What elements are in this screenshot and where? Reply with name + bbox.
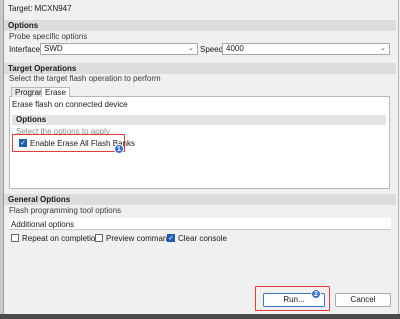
- speed-select[interactable]: 4000 ⌄: [222, 43, 390, 55]
- cancel-button[interactable]: Cancel: [335, 293, 391, 307]
- general-options-title: General Options: [4, 194, 396, 205]
- speed-label: Speed: [200, 45, 224, 54]
- preview-checkbox[interactable]: [95, 234, 103, 242]
- additional-options-label: Additional options: [11, 220, 75, 229]
- step-2-badge: 2: [311, 289, 321, 299]
- erase-all-checkbox[interactable]: ✓: [19, 139, 27, 147]
- additional-options-field[interactable]: Additional options: [9, 218, 391, 230]
- speed-value: 4000: [226, 44, 244, 53]
- target-label: Target: MCXN947: [8, 4, 72, 13]
- clear-console-label: Clear console: [178, 234, 227, 243]
- interface-select[interactable]: SWD ⌄: [40, 43, 198, 55]
- check-icon: ✓: [168, 235, 174, 242]
- tab-erase[interactable]: Erase: [41, 87, 70, 97]
- taskbar-edge: [0, 314, 400, 319]
- clear-console-checkbox[interactable]: ✓: [167, 234, 175, 242]
- erase-options-title: Options: [12, 115, 386, 125]
- repeat-label: Repeat on completion: [22, 234, 100, 243]
- chevron-down-icon: ⌄: [188, 45, 194, 52]
- check-icon: ✓: [20, 140, 26, 147]
- chevron-down-icon: ⌄: [380, 45, 386, 52]
- options-section-title: Options: [4, 20, 396, 31]
- interface-value: SWD: [44, 44, 63, 53]
- general-options-description: Flash programming tool options: [9, 206, 122, 215]
- interface-label: Interface: [9, 45, 41, 54]
- preview-label: Preview command: [106, 234, 172, 243]
- repeat-checkbox[interactable]: [11, 234, 19, 242]
- step-1-badge: 1: [114, 144, 124, 154]
- target-operations-description: Select the target flash operation to per…: [9, 74, 161, 83]
- target-operations-title: Target Operations: [4, 63, 396, 74]
- options-description: Probe specific options: [9, 32, 88, 41]
- erase-description: Erase flash on connected device: [12, 100, 128, 109]
